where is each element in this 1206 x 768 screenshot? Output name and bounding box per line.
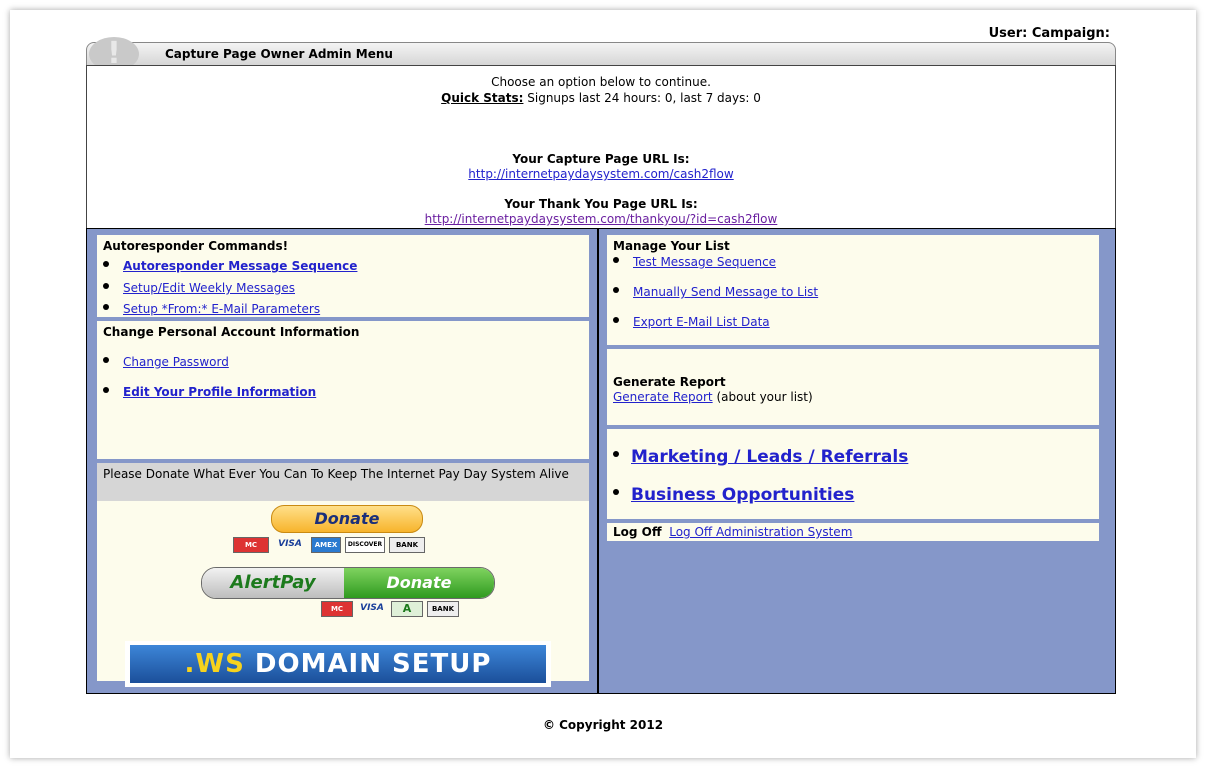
- payment-cards: MC VISA AMEX DISCOVER BANK: [233, 537, 425, 553]
- from-email-params-link[interactable]: Setup *From:* E-Mail Parameters: [123, 302, 320, 316]
- quick-stats-label: Quick Stats:: [441, 91, 524, 105]
- bullet-icon: [613, 489, 619, 495]
- alertpay-icon: A: [391, 601, 423, 617]
- amex-icon: AMEX: [311, 537, 341, 553]
- quick-stats-line: Quick Stats: Signups last 24 hours: 0, l…: [87, 91, 1115, 105]
- thankyou-url-link[interactable]: http://internetpaydaysystem.com/thankyou…: [425, 212, 778, 226]
- capture-url-heading: Your Capture Page URL Is:: [512, 152, 690, 166]
- right-column: Manage Your List Test Message Sequence M…: [599, 229, 1115, 693]
- report-panel: Generate Report Generate Report (about y…: [607, 349, 1099, 425]
- account-heading: Change Personal Account Information: [103, 325, 360, 339]
- bullet-icon: [103, 386, 109, 393]
- bullet-icon: [613, 451, 619, 457]
- change-password-link[interactable]: Change Password: [123, 355, 229, 369]
- test-sequence-link[interactable]: Test Message Sequence: [633, 255, 776, 269]
- ws-domain-banner[interactable]: .WS DOMAIN SETUP: [125, 641, 551, 687]
- ws-prefix: .WS: [184, 649, 245, 679]
- bullet-icon: [103, 303, 109, 310]
- autoresponder-panel: Autoresponder Commands! Autoresponder Me…: [97, 235, 589, 317]
- thankyou-url-heading: Your Thank You Page URL Is:: [504, 197, 698, 211]
- bullet-icon: [103, 356, 109, 363]
- bullet-icon: [613, 316, 619, 323]
- choose-option-text: Choose an option below to continue.: [491, 75, 711, 89]
- weekly-messages-link[interactable]: Setup/Edit Weekly Messages: [123, 281, 295, 295]
- manage-list-heading: Manage Your List: [613, 239, 730, 253]
- alertpay-donate-label: Donate: [344, 568, 494, 598]
- report-suffix: (about your list): [712, 390, 813, 404]
- mastercard-icon: MC: [321, 601, 353, 617]
- bullet-icon: [103, 260, 109, 267]
- donate-text: Please Donate What Ever You Can To Keep …: [97, 463, 589, 501]
- report-heading: Generate Report: [613, 375, 726, 389]
- bank-icon: BANK: [427, 601, 459, 617]
- alertpay-cards: MC VISA A BANK: [321, 601, 459, 617]
- business-opportunities-link[interactable]: Business Opportunities: [631, 485, 854, 505]
- marketing-panel: Marketing / Leads / Referrals Business O…: [607, 429, 1099, 519]
- generate-report-link[interactable]: Generate Report: [613, 390, 713, 404]
- account-panel: Change Personal Account Information Chan…: [97, 321, 589, 459]
- autoresponder-sequence-link[interactable]: Autoresponder Message Sequence: [123, 259, 357, 273]
- bullet-icon: [613, 256, 619, 263]
- bank-icon: BANK: [389, 537, 425, 553]
- info-box: Choose an option below to continue. Quic…: [86, 65, 1116, 229]
- quick-stats-text: Signups last 24 hours: 0, last 7 days: 0: [523, 91, 761, 105]
- copyright-text: © Copyright 2012: [542, 718, 664, 732]
- capture-url-link[interactable]: http://internetpaydaysystem.com/cash2flo…: [468, 167, 733, 181]
- mastercard-icon: MC: [233, 537, 269, 553]
- marketing-leads-link[interactable]: Marketing / Leads / Referrals: [631, 447, 908, 467]
- admin-grid: Autoresponder Commands! Autoresponder Me…: [86, 228, 1116, 694]
- autoresponder-heading: Autoresponder Commands!: [103, 239, 289, 253]
- discover-icon: DISCOVER: [345, 537, 385, 553]
- edit-profile-link[interactable]: Edit Your Profile Information: [123, 385, 316, 399]
- alertpay-donate-button[interactable]: AlertPay Donate: [201, 567, 495, 599]
- left-column: Autoresponder Commands! Autoresponder Me…: [87, 229, 599, 693]
- paypal-donate-button[interactable]: Donate: [271, 505, 423, 533]
- bullet-icon: [103, 282, 109, 289]
- bullet-icon: [613, 286, 619, 293]
- visa-icon: VISA: [360, 603, 384, 613]
- alertpay-label: AlertPay: [202, 568, 344, 598]
- manage-list-panel: Manage Your List Test Message Sequence M…: [607, 235, 1099, 345]
- admin-title-bar: ! Capture Page Owner Admin Menu: [86, 37, 1116, 71]
- logoff-link[interactable]: Log Off Administration System: [669, 525, 852, 539]
- export-list-link[interactable]: Export E-Mail List Data: [633, 315, 770, 329]
- visa-icon: VISA: [278, 539, 302, 549]
- logoff-panel: Log Off Log Off Administration System: [607, 523, 1099, 541]
- logoff-label: Log Off: [613, 525, 662, 539]
- page-title: Capture Page Owner Admin Menu: [165, 47, 393, 61]
- ws-domain-text: DOMAIN SETUP: [244, 649, 492, 679]
- manual-send-link[interactable]: Manually Send Message to List: [633, 285, 818, 299]
- user-campaign-label: User: Campaign:: [988, 26, 1110, 41]
